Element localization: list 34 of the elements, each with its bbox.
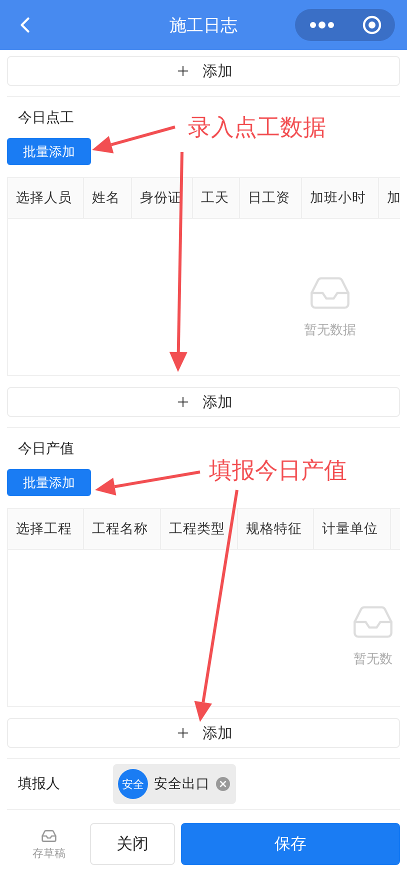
section-title: 今日点工	[18, 109, 74, 128]
column-header: 计量单位	[314, 509, 391, 549]
column-header: 工程类型	[161, 509, 238, 549]
empty-text: 暂无数据	[304, 322, 356, 339]
add-button[interactable]: 添加	[7, 56, 400, 86]
reporter-label: 填报人	[17, 775, 61, 793]
batch-add-button[interactable]: 批量添加	[7, 138, 91, 165]
annotation-text: 录入点工数据	[188, 114, 326, 143]
column-header: 工程名称	[84, 509, 161, 549]
section-title: 今日产值	[18, 440, 74, 459]
column-header: 姓名	[84, 178, 132, 218]
add-button[interactable]: 添加	[7, 387, 400, 417]
annotation-text: 填报今日产值	[209, 457, 347, 486]
more-icon[interactable]	[308, 21, 334, 29]
close-button[interactable]: 关闭	[90, 823, 175, 865]
tray-icon	[41, 828, 57, 844]
capsule-menu[interactable]	[295, 9, 395, 41]
column-header: 身份证	[132, 178, 193, 218]
column-header: 工天	[193, 178, 240, 218]
save-button[interactable]: 保存	[181, 823, 400, 865]
target-icon[interactable]	[362, 15, 382, 35]
batch-add-button[interactable]: 批量添加	[7, 469, 91, 496]
page-title: 施工日志	[168, 14, 238, 36]
add-button[interactable]: 添加	[7, 718, 400, 748]
column-header: 加	[379, 178, 400, 218]
column-header: 规格特征	[238, 509, 314, 549]
avatar: 安全	[118, 769, 148, 799]
column-header: 加班小时	[302, 178, 379, 218]
empty-text: 暂无数	[354, 651, 392, 668]
column-header: 选择工程	[8, 509, 84, 549]
clear-icon[interactable]	[216, 777, 230, 791]
column-header: 选择人员	[8, 178, 84, 218]
column-header: 日工资	[240, 178, 302, 218]
person-name: 安全出口	[154, 775, 210, 793]
